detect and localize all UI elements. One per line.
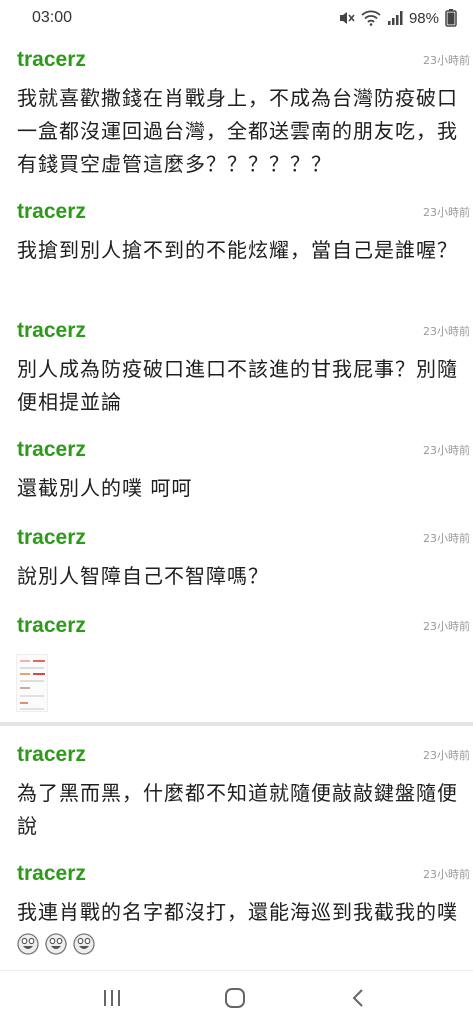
wifi-icon: [361, 10, 381, 26]
comment-username[interactable]: tracerz: [17, 862, 86, 886]
comment-username[interactable]: tracerz: [17, 526, 86, 550]
comment-text: 我搶到別人搶不到的不能炫耀，當自己是誰喔？: [17, 238, 458, 262]
comment-username[interactable]: tracerz: [17, 743, 86, 767]
comment-timestamp: 23小時前: [423, 206, 470, 219]
recent-apps-icon[interactable]: [97, 985, 127, 1011]
laughing-face-icon: [45, 932, 67, 955]
comment-text: 別人成為防疫破口進口不該進的甘我屁事？別隨便相提並論: [17, 357, 458, 414]
comment-timestamp: 23小時前: [423, 868, 470, 881]
comment-username[interactable]: tracerz: [17, 319, 86, 343]
comment-username[interactable]: tracerz: [17, 200, 86, 224]
comment-text: 我連肖戰的名字都沒打，還能海巡到我截我的噗: [17, 896, 462, 962]
home-icon[interactable]: [220, 985, 250, 1011]
comment-timestamp: 23小時前: [423, 325, 470, 338]
system-nav-bar: [0, 970, 473, 1024]
comment-item: tracerz 23小時前 我搶到別人搶不到的不能炫耀，當自己是誰喔？: [0, 200, 473, 310]
comment-timestamp: 23小時前: [423, 444, 470, 457]
status-icons: 98%: [337, 9, 457, 27]
comment-text: 還截別人的噗 呵呵: [17, 476, 193, 500]
comment-item: tracerz 23小時前 為了黑而黑，什麼都不知道就隨便敲敲鍵盤隨便說: [0, 743, 473, 853]
comment-item: tracerz 23小時前 我就喜歡撒錢在肖戰身上，不成為台灣防疫破口一盒都沒運…: [0, 48, 473, 188]
comment-timestamp: 23小時前: [423, 532, 470, 545]
comment-username[interactable]: tracerz: [17, 438, 86, 462]
comment-text-content: 我連肖戰的名字都沒打，還能海巡到我截我的噗: [17, 900, 458, 924]
battery-level: 98%: [408, 9, 439, 27]
laughing-face-icon: [17, 932, 39, 955]
comment-item: tracerz 23小時前 說別人智障自己不智障嗎？: [0, 526, 473, 606]
comment-text: 說別人智障自己不智障嗎？: [17, 564, 269, 588]
section-divider: [0, 722, 473, 726]
comment-timestamp: 23小時前: [423, 54, 470, 67]
battery-icon: [445, 9, 457, 27]
comment-username[interactable]: tracerz: [17, 48, 86, 72]
comment-text: 我就喜歡撒錢在肖戰身上，不成為台灣防疫破口一盒都沒運回過台灣，全都送雲南的朋友吃…: [17, 86, 458, 176]
comment-timestamp: 23小時前: [423, 749, 470, 762]
status-bar: 03:00 98%: [0, 0, 473, 38]
comment-item: tracerz 23小時前 我連肖戰的名字都沒打，還能海巡到我截我的噗: [0, 862, 473, 967]
back-icon[interactable]: [343, 985, 373, 1011]
laughing-face-icon: [73, 932, 95, 955]
comment-item: tracerz 23小時前: [0, 614, 473, 714]
comment-item: tracerz 23小時前 還截別人的噗 呵呵: [0, 438, 473, 518]
comment-item: tracerz 23小時前 別人成為防疫破口進口不該進的甘我屁事？別隨便相提並論: [0, 319, 473, 429]
image-attachment-thumbnail[interactable]: [16, 654, 48, 712]
status-time: 03:00: [32, 9, 73, 26]
comment-text: 為了黑而黑，什麼都不知道就隨便敲敲鍵盤隨便說: [17, 781, 458, 838]
comment-username[interactable]: tracerz: [17, 614, 86, 638]
comment-timestamp: 23小時前: [423, 620, 470, 633]
signal-icon: [387, 10, 403, 26]
mute-icon: [337, 10, 355, 26]
